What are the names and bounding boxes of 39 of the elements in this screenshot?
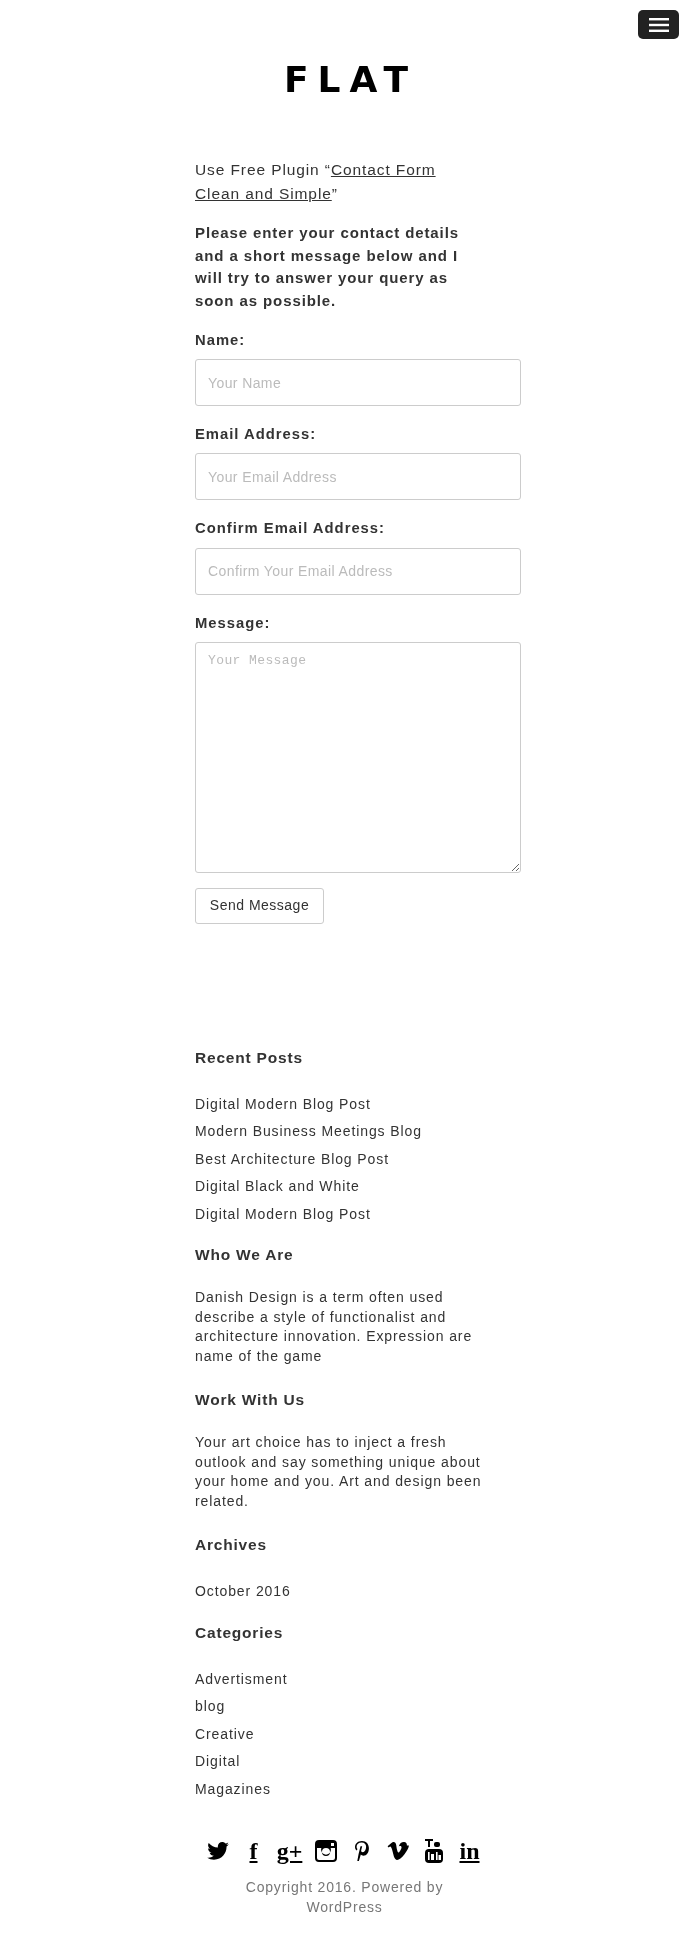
camera-icon[interactable] — [313, 1839, 338, 1864]
widget-link[interactable]: Digital — [195, 1748, 241, 1776]
intro-text: Use Free Plugin “Contact Form Clean and Simple” — [195, 160, 437, 204]
widget-link[interactable]: Creative — [195, 1720, 255, 1749]
widget-text: Your art choice has to inject a fresh outlook and say something unique about your home and you. Art and design been related. — [195, 1433, 483, 1511]
logo[interactable]: FLAT — [12, 62, 689, 98]
widget-title: Archives — [195, 1535, 268, 1556]
plugin-link[interactable]: Contact Form — [330, 161, 436, 178]
widget-link[interactable]: Digital Modern Blog Post — [195, 1200, 371, 1229]
widget-link[interactable]: Digital Black and White — [195, 1173, 360, 1201]
widget-link[interactable]: Modern Business Meetings Blog — [195, 1118, 422, 1146]
instructions-text: Please enter your contact details and a short message below and I will try to answer your query as soon as possible. — [195, 223, 460, 311]
field-label: Message: — [195, 613, 272, 633]
google-plus-icon[interactable]: g+ — [277, 1839, 302, 1864]
linkedin-icon[interactable]: in — [457, 1839, 482, 1864]
field-label: Email Address: — [195, 425, 318, 445]
plugin-link[interactable]: Clean and Simple — [195, 185, 332, 202]
send-button[interactable]: Send Message — [195, 887, 324, 924]
widget-title: Who We Are — [195, 1245, 295, 1266]
field-label: Confirm Email Address: — [195, 519, 386, 539]
input-field[interactable]: Your Name — [195, 359, 521, 407]
widget-link[interactable]: Digital Modern Blog Post — [195, 1090, 371, 1119]
message-field[interactable]: Your Message — [195, 641, 521, 873]
copyright-text: Copyright 2016. Powered by WordPress — [244, 1878, 445, 1918]
widget-title: Recent Posts — [195, 1047, 304, 1068]
widget-title: Work With Us — [195, 1390, 306, 1411]
menu-icon — [648, 17, 669, 32]
widget-title: Categories — [195, 1622, 285, 1643]
input-field[interactable]: Confirm Your Email Address — [195, 547, 521, 595]
widget-link[interactable]: Magazines — [195, 1775, 271, 1804]
field-label: Name: — [195, 331, 247, 350]
widget-text: Danish Design is a term often used describe a style of functionalist and architecture innovation. Expression are name of the game — [195, 1288, 474, 1366]
widget-link[interactable]: blog — [195, 1693, 226, 1721]
input-field[interactable]: Your Email Address — [195, 453, 521, 501]
widget-link[interactable]: Advertisment — [195, 1665, 288, 1694]
widget-link[interactable]: Best Architecture Blog Post — [195, 1145, 389, 1174]
menu-button[interactable] — [638, 10, 679, 39]
widget-link[interactable]: October 2016 — [195, 1578, 291, 1606]
facebook-icon[interactable]: f — [241, 1839, 266, 1864]
